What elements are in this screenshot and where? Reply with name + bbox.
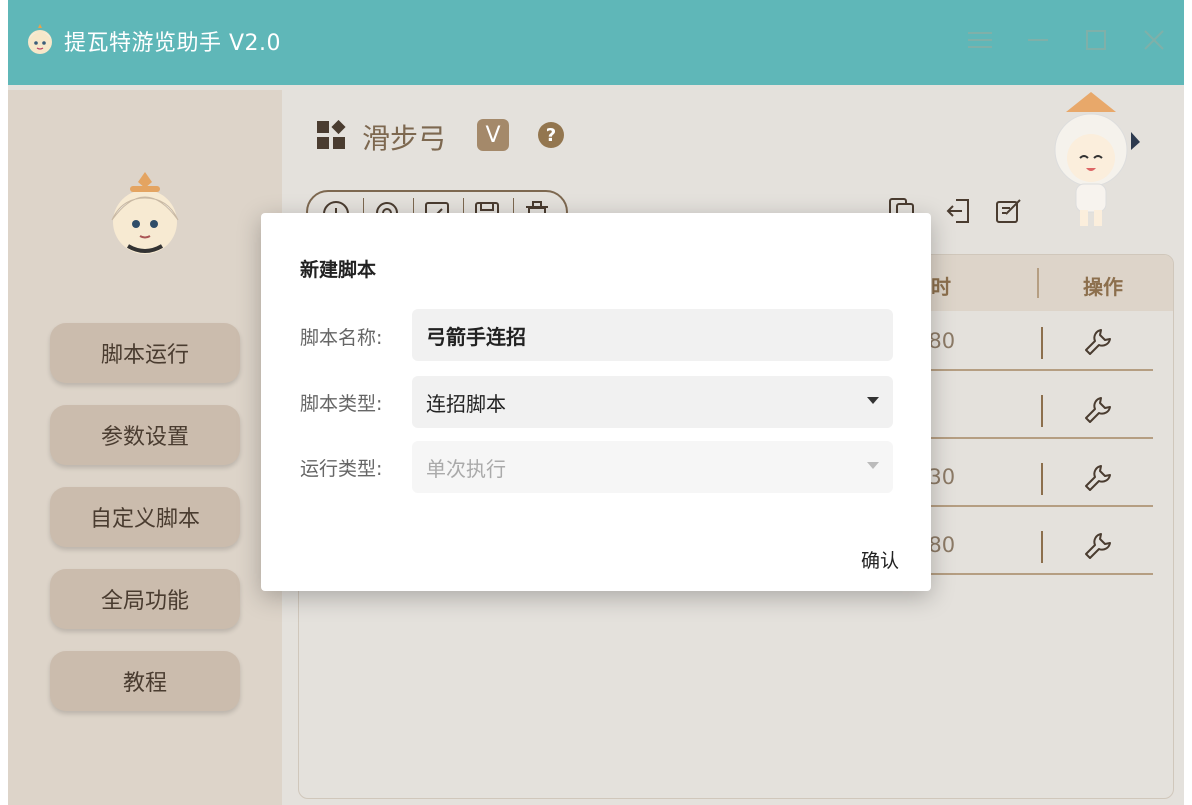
script-name-field[interactable] (412, 309, 893, 361)
run-type-label: 运行类型: (300, 458, 383, 480)
chevron-down-icon (867, 397, 879, 404)
run-type-value: 单次执行 (426, 456, 506, 481)
new-script-dialog: 新建脚本 脚本名称: 脚本类型: 连招脚本 运行类型: 单次执行 确认 (261, 213, 931, 591)
script-type-select[interactable]: 连招脚本 (412, 376, 893, 428)
script-name-label: 脚本名称: (300, 327, 383, 349)
dialog-title: 新建脚本 (300, 259, 377, 281)
script-name-input[interactable] (426, 323, 866, 347)
run-type-select: 单次执行 (412, 441, 893, 493)
script-type-label: 脚本类型: (300, 393, 383, 415)
chevron-down-icon (867, 462, 879, 469)
script-type-value: 连招脚本 (426, 391, 506, 416)
modal-overlay: 新建脚本 脚本名称: 脚本类型: 连招脚本 运行类型: 单次执行 确认 (0, 0, 1192, 805)
confirm-button[interactable]: 确认 (861, 546, 899, 573)
